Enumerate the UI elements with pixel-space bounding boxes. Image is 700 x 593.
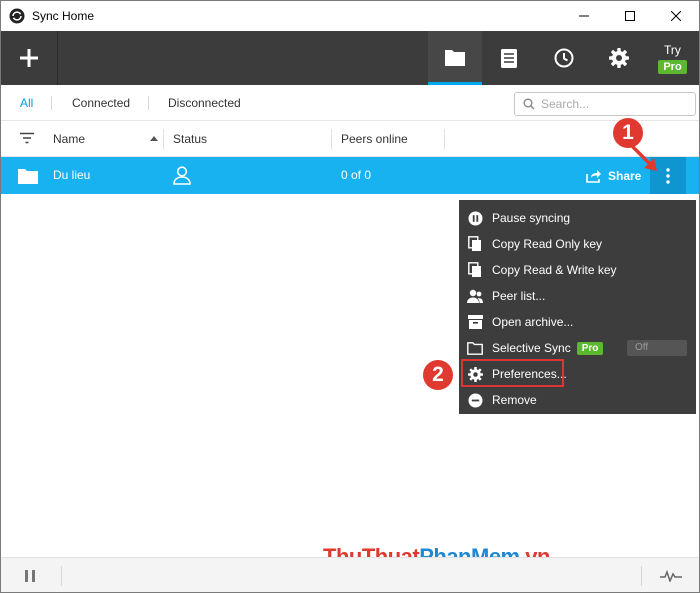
sort-ascending-icon: [150, 136, 158, 141]
menu-label: Selective Sync: [492, 341, 571, 355]
pause-all-button[interactable]: [21, 567, 39, 585]
document-list-icon: [501, 48, 517, 68]
main-toolbar: Try Pro: [1, 31, 699, 85]
people-icon: [466, 287, 484, 305]
column-divider: [163, 129, 164, 149]
folder-name: Du lieu: [53, 168, 91, 182]
pro-badge: Pro: [658, 59, 687, 74]
search-input[interactable]: [541, 97, 681, 111]
window-controls: [561, 1, 699, 31]
filter-disconnected[interactable]: Disconnected: [168, 96, 241, 110]
annotation-arrow-icon: [629, 143, 657, 171]
tab-settings[interactable]: [592, 31, 646, 85]
toolbar-divider: [57, 31, 58, 85]
add-folder-button[interactable]: [1, 31, 57, 85]
menu-label: Open archive...: [492, 315, 574, 329]
try-pro-button[interactable]: Try Pro: [646, 31, 699, 85]
plus-icon: [20, 49, 38, 67]
menu-item-remove[interactable]: Remove: [459, 387, 696, 413]
share-icon: [586, 169, 601, 183]
user-status-icon: [173, 166, 191, 185]
filter-list-icon[interactable]: [20, 132, 34, 144]
sync-logo-icon: [9, 8, 25, 24]
gear-icon: [609, 48, 629, 68]
preferences-highlight-box: [461, 359, 564, 387]
filter-bar: All Connected Disconnected: [1, 85, 699, 121]
column-divider: [444, 129, 445, 149]
search-icon: [523, 98, 535, 110]
folder-icon: [18, 169, 38, 184]
step-2-callout: 2: [423, 360, 453, 390]
toggle-state-label: Off: [635, 342, 649, 353]
menu-label: Copy Read & Write key: [492, 263, 617, 277]
peers-count: 0 of 0: [341, 168, 372, 182]
activity-button[interactable]: [659, 566, 683, 586]
minimize-icon: [579, 15, 589, 17]
menu-label: Pause syncing: [492, 211, 571, 225]
status-divider: [61, 566, 62, 586]
minimize-button[interactable]: [561, 1, 607, 31]
column-status[interactable]: Status: [173, 132, 207, 146]
tab-history[interactable]: [537, 31, 591, 85]
maximize-icon: [625, 11, 635, 21]
status-bar: [1, 557, 699, 592]
menu-item-copy-read-write-key[interactable]: Copy Read & Write key: [459, 257, 696, 283]
close-button[interactable]: [653, 1, 699, 31]
filter-connected[interactable]: Connected: [72, 96, 130, 110]
sync-home-window: Sync Home Try Pro All Connected Disconne…: [0, 0, 700, 593]
menu-item-peer-list[interactable]: Peer list...: [459, 283, 696, 309]
folder-outline-icon: [466, 339, 484, 357]
copy-icon: [466, 261, 484, 279]
filter-divider: [148, 96, 149, 110]
menu-label: Peer list...: [492, 289, 546, 303]
pause-circle-icon: [466, 209, 484, 227]
pro-badge: Pro: [576, 341, 604, 355]
clock-icon: [554, 48, 574, 68]
tab-transfers[interactable]: [482, 31, 536, 85]
copy-icon: [466, 235, 484, 253]
menu-item-selective-sync[interactable]: Selective Sync Pro Off: [459, 335, 696, 361]
vertical-dots-icon: [666, 167, 670, 184]
activity-pulse-icon: [660, 570, 682, 582]
folder-icon: [445, 49, 465, 66]
tab-folders[interactable]: [428, 31, 482, 85]
window-title: Sync Home: [32, 9, 95, 23]
column-header: Name Status Peers online: [1, 121, 699, 157]
menu-item-copy-read-only-key[interactable]: Copy Read Only key: [459, 231, 696, 257]
minus-circle-icon: [466, 391, 484, 409]
column-divider: [331, 129, 332, 149]
menu-item-pause-syncing[interactable]: Pause syncing: [459, 205, 696, 231]
menu-label: Remove: [492, 393, 537, 407]
title-bar: Sync Home: [1, 1, 699, 31]
close-icon: [671, 11, 681, 21]
status-divider: [641, 566, 642, 586]
search-box[interactable]: [514, 92, 696, 116]
column-peers-online[interactable]: Peers online: [341, 132, 408, 146]
filter-divider: [51, 96, 52, 110]
menu-item-open-archive[interactable]: Open archive...: [459, 309, 696, 335]
selective-sync-toggle[interactable]: Off: [627, 340, 687, 356]
menu-label: Copy Read Only key: [492, 237, 603, 251]
column-name[interactable]: Name: [53, 132, 85, 146]
archive-icon: [466, 313, 484, 331]
maximize-button[interactable]: [607, 1, 653, 31]
folder-row[interactable]: Du lieu 0 of 0 Share: [1, 157, 699, 194]
filter-all[interactable]: All: [20, 96, 33, 110]
pause-icon: [25, 570, 35, 582]
try-label: Try: [664, 42, 681, 57]
